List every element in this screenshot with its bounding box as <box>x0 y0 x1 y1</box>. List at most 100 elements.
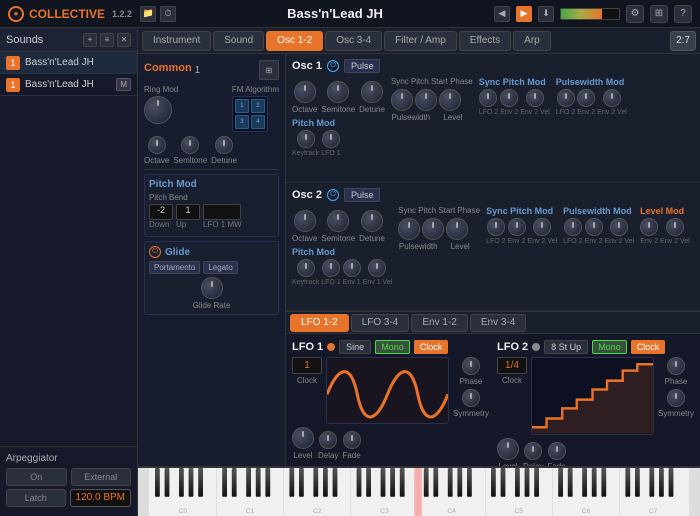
osc2-sync-knob3[interactable] <box>446 218 468 240</box>
osc1-pw-env2vel-knob[interactable] <box>603 89 621 107</box>
lfo2-clock-button[interactable]: Clock <box>631 340 666 354</box>
osc2-spm-lfo2-knob[interactable] <box>487 218 505 236</box>
osc1-spm-env2vel-knob[interactable] <box>526 89 544 107</box>
file-icon[interactable]: 📁 <box>140 6 156 22</box>
osc1-pm-lfo1-knob[interactable] <box>322 130 340 148</box>
osc2-octave-knob[interactable] <box>294 210 316 232</box>
osc1-pm-keytrack-knob[interactable] <box>297 130 315 148</box>
env-tab-34[interactable]: Env 3-4 <box>470 314 526 332</box>
lfo2-phase-knob[interactable] <box>667 357 685 375</box>
osc2-spm-env2vel-knob[interactable] <box>533 218 551 236</box>
osc2-semitone-knob[interactable] <box>327 210 349 232</box>
pb-lfo-input[interactable] <box>203 204 241 220</box>
help-icon[interactable]: ? <box>674 5 692 23</box>
osc1-sync-knob1[interactable] <box>391 89 413 111</box>
close-icon[interactable]: ✕ <box>117 33 131 47</box>
osc1-pw-lfo2-knob[interactable] <box>557 89 575 107</box>
lfo1-fade-knob[interactable] <box>343 431 361 449</box>
lfo-tab-12[interactable]: LFO 1-2 <box>290 314 349 332</box>
add-icon[interactable]: + <box>83 33 97 47</box>
lfo1-waveform-select[interactable]: Sine <box>339 340 371 354</box>
osc1-spm-env2-knob[interactable] <box>500 89 518 107</box>
lfo1-mono-button[interactable]: Mono <box>375 340 410 354</box>
osc1-octave-knob[interactable] <box>294 81 316 103</box>
tab-filter[interactable]: Filter / Amp <box>384 31 457 51</box>
logo-icon: ● <box>8 6 24 22</box>
pb-up-input[interactable]: 1 <box>176 204 200 220</box>
pb-down-input[interactable]: -2 <box>149 204 173 220</box>
preset-item[interactable]: 1 Bass'n'Lead JH M <box>0 74 137 96</box>
fm-display[interactable]: 1 2 3 4 <box>232 96 268 132</box>
arp-row1: On External <box>6 468 131 486</box>
glide-power-button[interactable]: ⏻ <box>149 246 161 258</box>
lfo1-delay-knob[interactable] <box>319 431 337 449</box>
detune-knob[interactable] <box>215 136 233 154</box>
grid-icon[interactable]: ⊞ <box>259 60 279 80</box>
lfo1-clock-button[interactable]: Clock <box>414 340 449 354</box>
tab-osc34[interactable]: Osc 3-4 <box>325 31 382 51</box>
tab-instrument[interactable]: Instrument <box>142 31 211 51</box>
tab-effects[interactable]: Effects <box>459 31 511 51</box>
lfo2-delay-knob[interactable] <box>524 442 542 460</box>
ring-mod-knob[interactable] <box>144 96 172 124</box>
tab-sound[interactable]: Sound <box>213 31 264 51</box>
osc1-detune-knob[interactable] <box>361 81 383 103</box>
lfo1-symmetry-knob[interactable] <box>462 389 480 407</box>
lfo1-rate-display[interactable]: 1 <box>292 357 322 374</box>
lfo2-rate-display[interactable]: 1/4 <box>497 357 527 374</box>
osc2-power-button[interactable]: ⏻ <box>327 189 339 201</box>
osc2-type-button[interactable]: Pulse <box>344 188 381 202</box>
lfo1-phase-knob[interactable] <box>462 357 480 375</box>
osc2-pm-lfo1-knob[interactable] <box>322 259 340 277</box>
legato-button[interactable]: Legato <box>203 261 237 274</box>
lfo-tab-34[interactable]: LFO 3-4 <box>351 314 410 332</box>
piano-keyboard[interactable]: // This would be generated dynamically /… <box>138 466 700 516</box>
osc1-pw-env2-knob[interactable] <box>577 89 595 107</box>
glide-rate-knob[interactable] <box>201 277 223 299</box>
settings-icon[interactable]: ⚙ <box>626 5 644 23</box>
preset-item[interactable]: 1 Bass'n'Lead JH <box>0 52 137 74</box>
menu-icon[interactable]: ≡ <box>100 33 114 47</box>
env-tab-12[interactable]: Env 1-2 <box>411 314 467 332</box>
osc2-spm-env2-knob[interactable] <box>508 218 526 236</box>
osc2-detune-knob[interactable] <box>361 210 383 232</box>
lfo1-level-knob[interactable] <box>292 427 314 449</box>
lfo2-fade-knob[interactable] <box>548 442 566 460</box>
octave-knob[interactable] <box>148 136 166 154</box>
tab-osc12[interactable]: Osc 1-2 <box>266 31 323 51</box>
osc2-pw-lfo2-label: LFO 2 <box>563 238 582 245</box>
osc2-sync-knob1[interactable] <box>398 218 420 240</box>
tab-arp[interactable]: Arp <box>513 31 551 51</box>
portamento-button[interactable]: Portamento <box>149 261 200 274</box>
config-icon[interactable]: ⊞ <box>650 5 668 23</box>
lfo2-mono-button[interactable]: Mono <box>592 340 627 354</box>
osc1-power-button[interactable]: ⏻ <box>327 60 339 72</box>
osc2-sync-knob2[interactable] <box>422 218 444 240</box>
arp-on-button[interactable]: On <box>6 468 67 486</box>
osc1-sync-knob3[interactable] <box>439 89 461 111</box>
arp-latch-button[interactable]: Latch <box>6 489 66 507</box>
osc2-pm-keytrack-knob[interactable] <box>297 259 315 277</box>
prev-button[interactable]: ◀ <box>494 6 510 22</box>
play-button[interactable]: ▶ <box>516 6 532 22</box>
osc2-pw-lfo2-knob[interactable] <box>564 218 582 236</box>
osc2-lm-env2-knob[interactable] <box>640 218 658 236</box>
lfo2-symmetry-knob[interactable] <box>667 389 685 407</box>
lfo2-waveform-select[interactable]: 8 St Up <box>544 340 588 354</box>
download-button[interactable]: ⬇ <box>538 6 554 22</box>
lfo2-level-knob[interactable] <box>497 438 519 460</box>
arp-external-button[interactable]: External <box>71 468 132 486</box>
osc1-semitone-knob[interactable] <box>327 81 349 103</box>
osc1-sync-knob2[interactable] <box>415 89 437 111</box>
osc2-pw-mod-label: Pulsewidth Mod <box>563 206 634 216</box>
osc2-pm-env1vel-knob[interactable] <box>368 259 386 277</box>
time-icon[interactable]: ⏱ <box>160 6 176 22</box>
osc1-type-button[interactable]: Pulse <box>344 59 381 73</box>
bpm-display[interactable]: 120.0 BPM <box>70 489 131 507</box>
osc2-lm-env2vel-knob[interactable] <box>666 218 684 236</box>
osc2-pw-env2-knob[interactable] <box>585 218 603 236</box>
osc2-pw-env2vel-knob[interactable] <box>610 218 628 236</box>
osc1-spm-lfo2-knob[interactable] <box>479 89 497 107</box>
semitone-knob[interactable] <box>181 136 199 154</box>
osc2-pm-env1-knob[interactable] <box>343 259 361 277</box>
